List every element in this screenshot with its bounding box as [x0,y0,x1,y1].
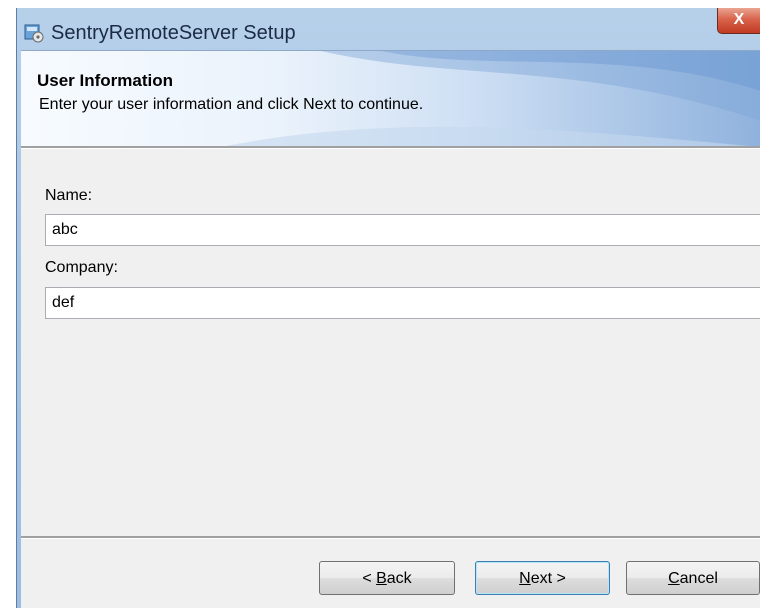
window-title: SentryRemoteServer Setup [51,22,296,44]
close-icon: X [733,11,745,28]
page-title: User Information [37,71,174,90]
next-button-rest: ext > [530,570,566,587]
name-label: Name: [45,187,93,204]
setup-window: SentryRemoteServer Setup X User Informat… [16,8,760,608]
next-button[interactable]: Next > [475,561,610,595]
content-area: Name: abc Company: def [21,149,760,536]
back-button[interactable]: < Back [319,561,455,595]
title-bar[interactable]: SentryRemoteServer Setup X [17,8,760,48]
company-label: Company: [45,259,118,276]
cancel-button-mnemonic: C [668,570,680,587]
back-button-mnemonic: B [376,570,387,587]
header-banner: User Information Enter your user informa… [21,50,760,147]
back-button-rest: ack [386,570,412,587]
back-button-prefix: < [362,570,377,587]
company-field[interactable]: def [45,287,760,319]
name-field-value: abc [52,221,78,238]
cancel-button[interactable]: Cancel [626,561,760,595]
name-field[interactable]: abc [45,214,760,246]
cancel-button-rest: ancel [679,570,718,587]
next-button-mnemonic: N [519,570,531,587]
close-button[interactable]: X [717,8,760,34]
page-subtitle: Enter your user information and click Ne… [39,96,424,113]
company-field-value: def [52,294,75,311]
installer-icon [24,24,44,43]
